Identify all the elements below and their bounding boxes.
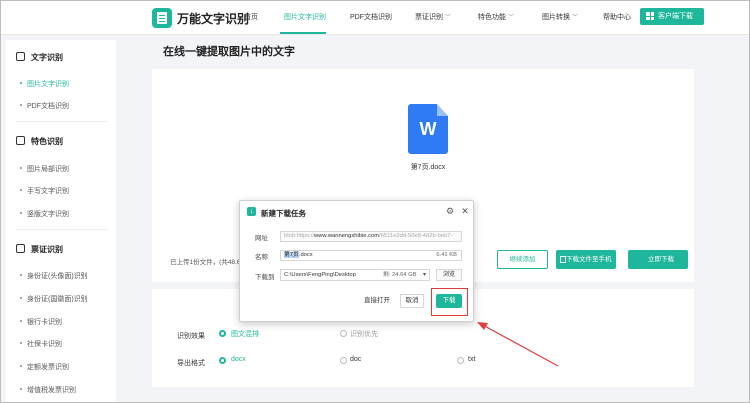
chevron-down-icon: ▾	[422, 272, 426, 278]
phone-icon	[560, 256, 566, 263]
save-path-select[interactable]: C:\Users\FengPing\Desktop 剩: 24.64 GB ▾	[280, 269, 430, 281]
nav-pdf-ocr[interactable]: PDF文档识别	[350, 0, 392, 35]
brand-name[interactable]: 万能文字识别	[177, 10, 249, 27]
name-label: 名称	[255, 254, 268, 261]
url-field[interactable]: blob:https://www.wannengshibie.com/b511e…	[280, 231, 462, 242]
sidebar-item-pdf-ocr[interactable]: PDF文档识别	[20, 101, 69, 111]
format-radio-docx[interactable]	[219, 357, 226, 364]
format-option-doc[interactable]: doc	[350, 356, 361, 363]
sidebar-item-id-front[interactable]: 身份证(头像面)识别	[20, 271, 88, 281]
nav-image-ocr[interactable]: 图片文字识别	[284, 0, 326, 35]
open-directly-button[interactable]: 直接打开	[362, 294, 392, 308]
special-icon	[16, 136, 25, 145]
download-to-phone-button[interactable]: 下载文件至手机	[556, 250, 616, 269]
chevron-down-icon: ﹀	[445, 15, 452, 21]
nav-help[interactable]: 帮助中心	[603, 0, 631, 35]
page-title: 在线一键提取图片中的文字	[163, 46, 295, 58]
nav-active-indicator	[280, 32, 326, 34]
effect-option-priority[interactable]: 识别优先	[350, 329, 378, 339]
format-radio-doc[interactable]	[340, 357, 347, 364]
browse-button[interactable]: 浏览	[436, 269, 462, 281]
sidebar-item-vertical-ocr[interactable]: 竖版文字识别	[20, 209, 69, 219]
format-label: 导出格式	[177, 360, 205, 367]
file-name-field[interactable]: 第7页.docx 6.41 KB	[280, 250, 462, 261]
sidebar-item-social-card[interactable]: 社保卡识别	[20, 339, 62, 349]
file-name: 第7页.docx	[410, 164, 446, 171]
sidebar: 文字识别 图片文字识别 PDF文档识别 特色识别 图片局部识别 手写文字识别 竖…	[6, 40, 116, 403]
effect-label: 识别效果	[177, 333, 205, 340]
nav-features[interactable]: 特色功能 ﹀	[478, 0, 514, 35]
text-scan-icon	[16, 52, 25, 61]
uploaded-note: 已上传1份文件，(共48.6	[170, 259, 241, 266]
top-navigation-bar: 万能文字识别 首页 图片文字识别 PDF文档识别 票证识别 ﹀ 特色功能 ﹀ 图片转…	[0, 0, 750, 35]
client-download-button[interactable]: 客户端下载	[640, 8, 704, 25]
free-space: 剩: 24.64 GB	[383, 272, 417, 278]
format-radio-txt[interactable]	[457, 357, 464, 364]
windows-icon	[646, 12, 654, 20]
chevron-down-icon: ﹀	[508, 15, 515, 21]
settings-icon[interactable]: ⚙	[445, 206, 455, 216]
save-to-label: 下载到	[255, 274, 275, 281]
sidebar-item-partial-ocr[interactable]: 图片局部识别	[20, 164, 69, 174]
format-option-docx[interactable]: docx	[231, 356, 246, 363]
annotation-highlight-box	[431, 288, 468, 316]
chevron-down-icon: ﹀	[572, 15, 579, 21]
app-logo-icon[interactable]	[152, 8, 172, 28]
sidebar-item-id-back[interactable]: 身份证(国徽面)识别	[20, 294, 88, 304]
nav-ticket-ocr[interactable]: 票证识别 ﹀	[415, 0, 451, 35]
sidebar-item-image-ocr[interactable]: 图片文字识别	[20, 79, 69, 89]
sidebar-item-vat-invoice[interactable]: 增值税发票识别	[20, 385, 76, 395]
sidebar-item-handwriting-ocr[interactable]: 手写文字识别	[20, 186, 69, 196]
continue-add-button[interactable]: 继续添加	[497, 250, 548, 269]
dialog-title: 新建下载任务	[261, 209, 306, 218]
file-size: 6.41 KB	[436, 252, 457, 258]
download-app-icon: ↓	[247, 207, 256, 216]
close-icon[interactable]: ✕	[460, 206, 470, 216]
effect-radio-priority[interactable]	[340, 330, 347, 337]
effect-option-mixed[interactable]: 图文混排	[231, 329, 259, 339]
effect-radio-mixed[interactable]	[219, 330, 226, 337]
sidebar-item-quota-invoice[interactable]: 定额发票识别	[20, 362, 69, 372]
divider	[16, 121, 108, 122]
url-label: 网址	[255, 235, 268, 242]
sidebar-group-special-ocr: 特色识别	[16, 136, 63, 147]
word-letter: W	[419, 119, 437, 139]
divider	[16, 229, 108, 230]
download-now-button[interactable]: 立即下载	[628, 250, 688, 269]
ticket-icon	[16, 244, 25, 253]
cancel-button[interactable]: 取消	[400, 294, 424, 308]
nav-image-convert[interactable]: 图片转换 ﹀	[542, 0, 578, 35]
sidebar-item-bank-card[interactable]: 银行卡识别	[20, 317, 62, 327]
sidebar-group-text-ocr: 文字识别	[16, 52, 63, 63]
nav-home[interactable]: 首页	[244, 0, 258, 35]
format-option-txt[interactable]: txt	[468, 356, 475, 363]
sidebar-group-ticket-ocr: 票证识别	[16, 244, 63, 255]
